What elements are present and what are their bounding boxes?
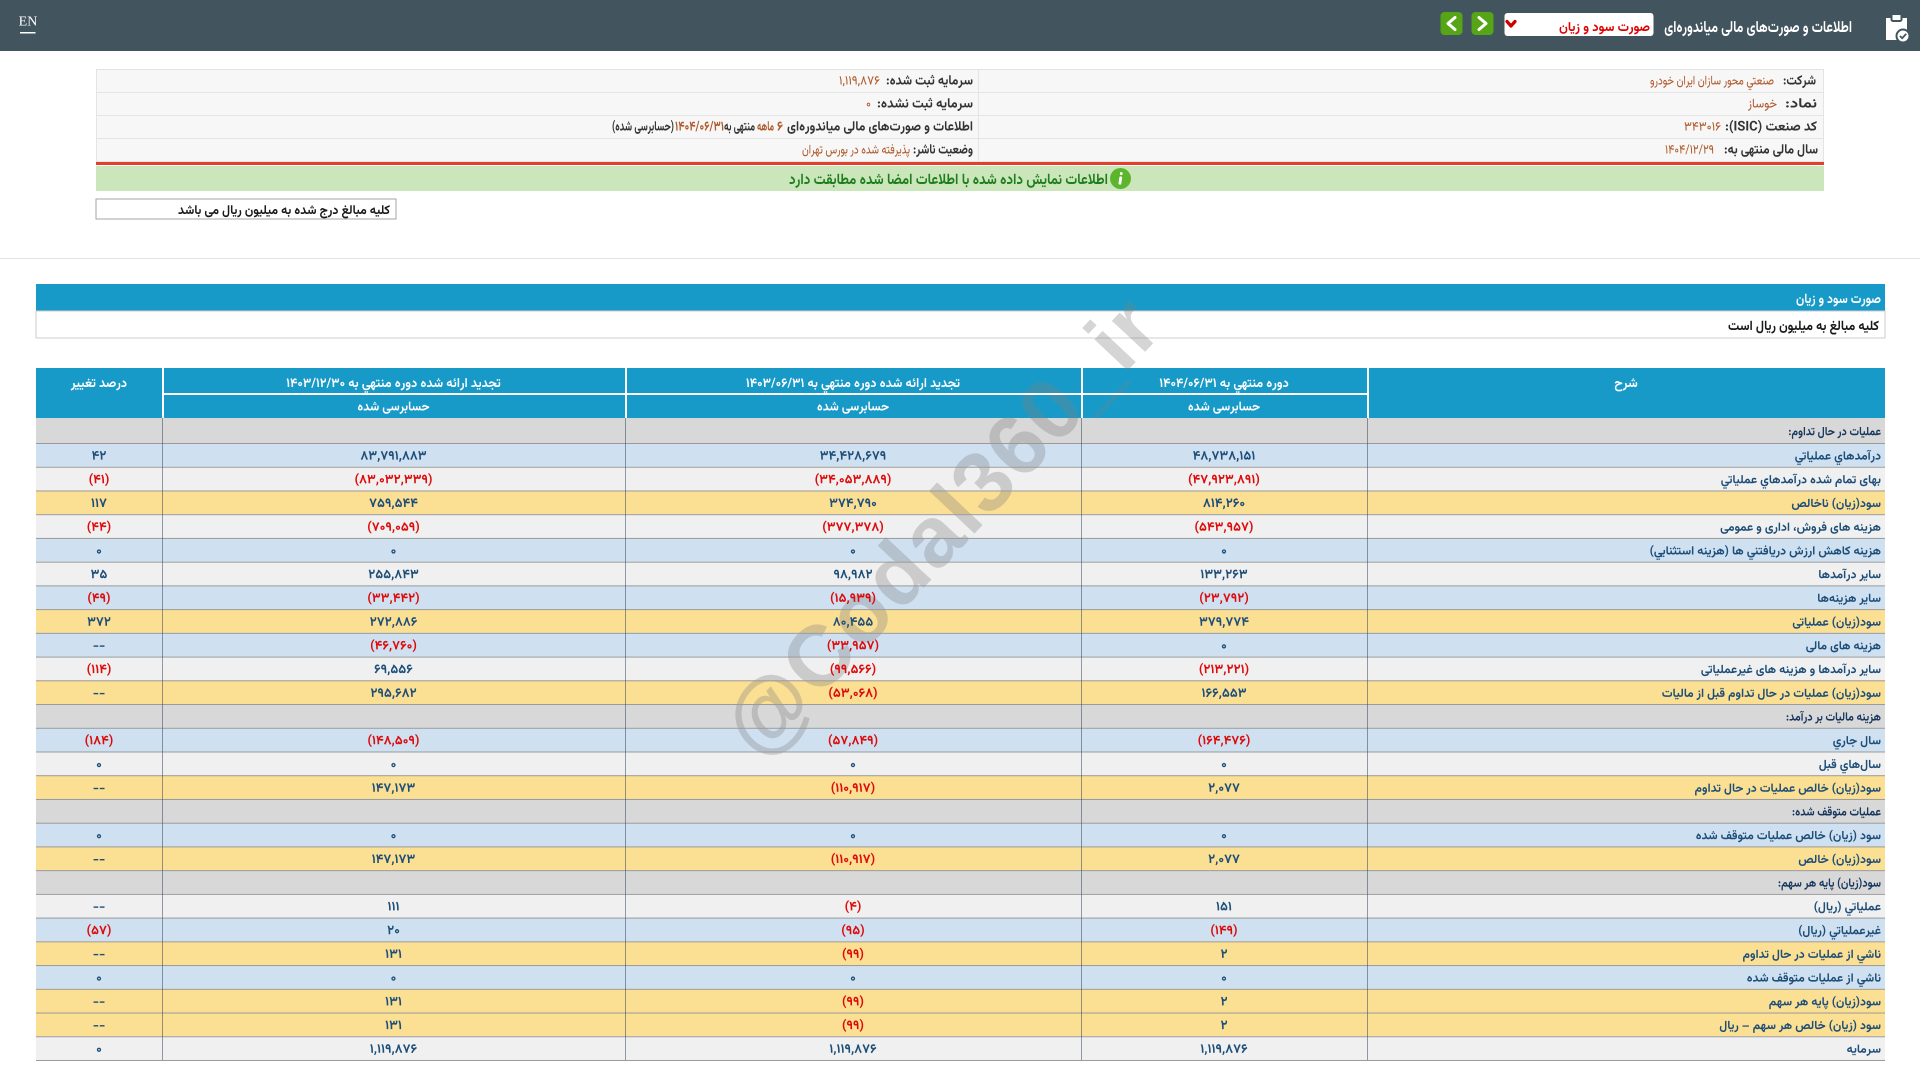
svg-text:EN: EN [19,15,38,30]
